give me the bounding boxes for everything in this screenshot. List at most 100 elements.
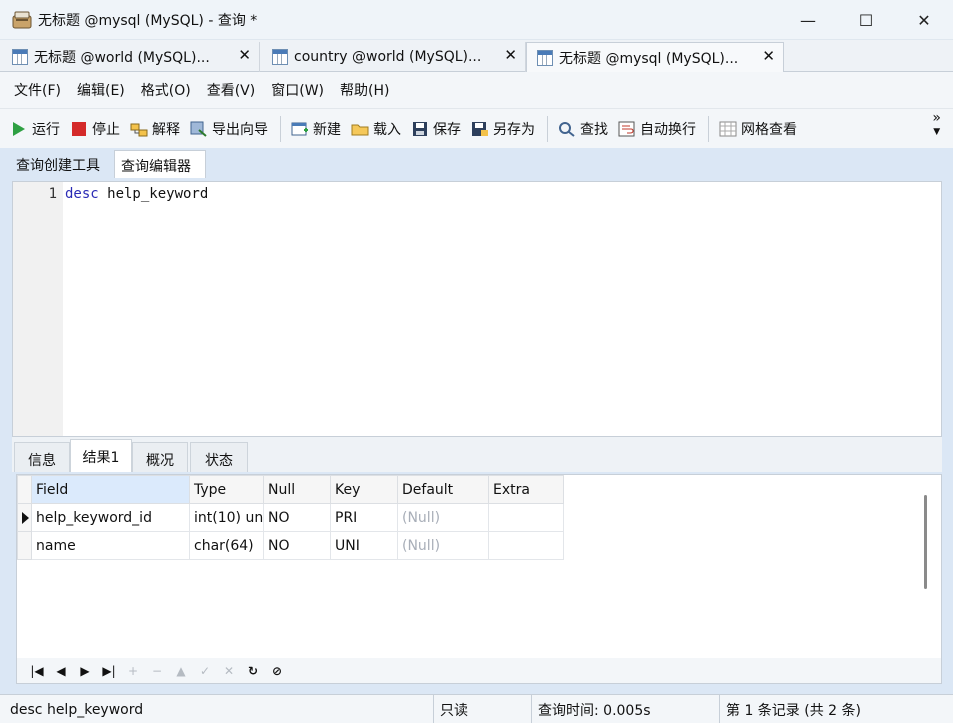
apply-changes-icon[interactable]: ✓: [193, 664, 217, 678]
word-wrap-button[interactable]: 自动换行: [618, 114, 696, 144]
cell-extra[interactable]: [488, 531, 564, 560]
cell-type[interactable]: int(10) un: [189, 503, 264, 532]
grid-view-button[interactable]: 网格查看: [719, 114, 797, 144]
cell-field[interactable]: help_keyword_id: [31, 503, 190, 532]
column-header-field[interactable]: Field: [31, 475, 190, 504]
grid-icon: [719, 120, 737, 138]
column-header-default[interactable]: Default: [397, 475, 489, 504]
cell-extra[interactable]: [488, 503, 564, 532]
run-button[interactable]: 运行: [10, 114, 60, 144]
menu-bar: 文件(F) 编辑(E) 格式(O) 查看(V) 窗口(W) 帮助(H): [0, 72, 953, 108]
tab-query-editor[interactable]: 查询编辑器: [114, 150, 206, 178]
column-header-key[interactable]: Key: [330, 475, 398, 504]
tab-info[interactable]: 信息: [14, 442, 70, 472]
export-wizard-button[interactable]: 导出向导: [190, 114, 268, 144]
cell-key[interactable]: UNI: [330, 531, 398, 560]
navicat-app-icon: [12, 11, 32, 29]
query-table-icon: [272, 49, 288, 65]
menu-view[interactable]: 查看(V): [199, 80, 264, 100]
column-header-extra[interactable]: Extra: [488, 475, 564, 504]
cell-default[interactable]: (Null): [397, 531, 489, 560]
edit-record-icon[interactable]: ▲: [169, 664, 193, 678]
export-wizard-label: 导出向导: [212, 121, 268, 138]
close-icon: ✕: [917, 10, 931, 30]
folder-icon: [351, 120, 369, 138]
cell-default[interactable]: (Null): [397, 503, 489, 532]
status-query-time: 查询时间: 0.005s: [532, 695, 720, 723]
word-wrap-icon: [618, 120, 636, 138]
save-button[interactable]: 保存: [411, 114, 461, 144]
row-indicator: [17, 503, 32, 532]
stop-icon: [70, 120, 88, 138]
refresh-icon[interactable]: ↻: [241, 664, 265, 678]
overflow-chevron-icon: »: [932, 110, 941, 126]
table-header-row: Field Type Null Key Default Extra: [17, 475, 564, 504]
doc-tab-country[interactable]: country @world (MySQL)... ✕: [262, 42, 526, 72]
explain-button[interactable]: 解释: [130, 114, 180, 144]
cell-field[interactable]: name: [31, 531, 190, 560]
table-row[interactable]: help_keyword_id int(10) un NO PRI (Null): [17, 503, 564, 532]
overflow-dropdown-icon: ▼: [933, 127, 941, 137]
new-button[interactable]: 新建: [291, 114, 341, 144]
find-label: 查找: [580, 121, 608, 138]
discard-changes-icon[interactable]: ✕: [217, 664, 241, 678]
table-row[interactable]: name char(64) NO UNI (Null): [17, 531, 564, 560]
tab-result1[interactable]: 结果1: [70, 439, 132, 472]
next-record-icon[interactable]: ▶: [73, 664, 97, 678]
cell-type[interactable]: char(64): [189, 531, 264, 560]
result-grid: Field Type Null Key Default Extra help_k…: [16, 474, 942, 660]
document-tab-strip: 无标题 @world (MySQL)... ✕ country @world (…: [0, 40, 953, 73]
prev-record-icon[interactable]: ◀: [49, 664, 73, 678]
column-header-null[interactable]: Null: [263, 475, 331, 504]
first-record-icon[interactable]: |◀: [25, 664, 49, 678]
save-as-button[interactable]: 另存为: [471, 114, 535, 144]
sql-editor[interactable]: 1 desc help_keyword: [12, 181, 942, 437]
save-label: 保存: [433, 121, 461, 138]
load-button[interactable]: 载入: [351, 114, 401, 144]
save-as-label: 另存为: [493, 121, 535, 138]
current-row-arrow-icon: [22, 512, 29, 524]
sql-code-line[interactable]: desc help_keyword: [65, 186, 208, 202]
vertical-scrollbar[interactable]: [924, 495, 927, 589]
toolbar-overflow-button[interactable]: » ▼: [932, 111, 941, 139]
result-table: Field Type Null Key Default Extra help_k…: [17, 475, 564, 560]
maximize-button[interactable]: ☐: [837, 0, 895, 40]
toolbar-separator: [280, 115, 281, 142]
tab-query-builder[interactable]: 查询创建工具: [10, 150, 114, 178]
new-query-icon: [291, 120, 309, 138]
close-tab-icon[interactable]: ✕: [504, 46, 517, 64]
row-indicator: [17, 531, 32, 560]
close-tab-icon[interactable]: ✕: [238, 46, 251, 64]
tab-status[interactable]: 状态: [190, 442, 248, 472]
doc-tab-world-untitled[interactable]: 无标题 @world (MySQL)... ✕: [2, 42, 260, 72]
menu-format[interactable]: 格式(O): [133, 80, 199, 100]
close-window-button[interactable]: ✕: [895, 0, 953, 40]
column-header-type[interactable]: Type: [189, 475, 264, 504]
status-record-count: 第 1 条记录 (共 2 条): [726, 702, 861, 719]
run-label: 运行: [32, 121, 60, 138]
cell-null[interactable]: NO: [263, 503, 331, 532]
find-button[interactable]: 查找: [558, 114, 608, 144]
cell-null[interactable]: NO: [263, 531, 331, 560]
doc-tab-mysql-untitled[interactable]: 无标题 @mysql (MySQL)... ✕: [526, 42, 784, 73]
tab-profile[interactable]: 概况: [132, 442, 188, 472]
last-record-icon[interactable]: ▶|: [97, 664, 121, 678]
stop-load-icon[interactable]: ⊘: [265, 664, 289, 678]
minimize-button[interactable]: —: [779, 0, 837, 40]
menu-window[interactable]: 窗口(W): [263, 80, 332, 100]
status-readonly: 只读: [434, 695, 532, 723]
sql-keyword: desc: [65, 186, 99, 202]
line-number: 1: [48, 186, 57, 202]
delete-record-icon[interactable]: −: [145, 664, 169, 678]
add-record-icon[interactable]: +: [121, 664, 145, 678]
query-table-icon: [12, 49, 28, 65]
toolbar-separator: [547, 115, 548, 142]
stop-button[interactable]: 停止: [70, 114, 120, 144]
menu-help[interactable]: 帮助(H): [332, 80, 397, 100]
stop-label: 停止: [92, 121, 120, 138]
menu-file[interactable]: 文件(F): [6, 80, 69, 100]
menu-edit[interactable]: 编辑(E): [69, 80, 133, 100]
cell-key[interactable]: PRI: [330, 503, 398, 532]
result-tabs: 信息 结果1 概况 状态: [12, 437, 942, 472]
close-tab-icon[interactable]: ✕: [762, 47, 775, 65]
